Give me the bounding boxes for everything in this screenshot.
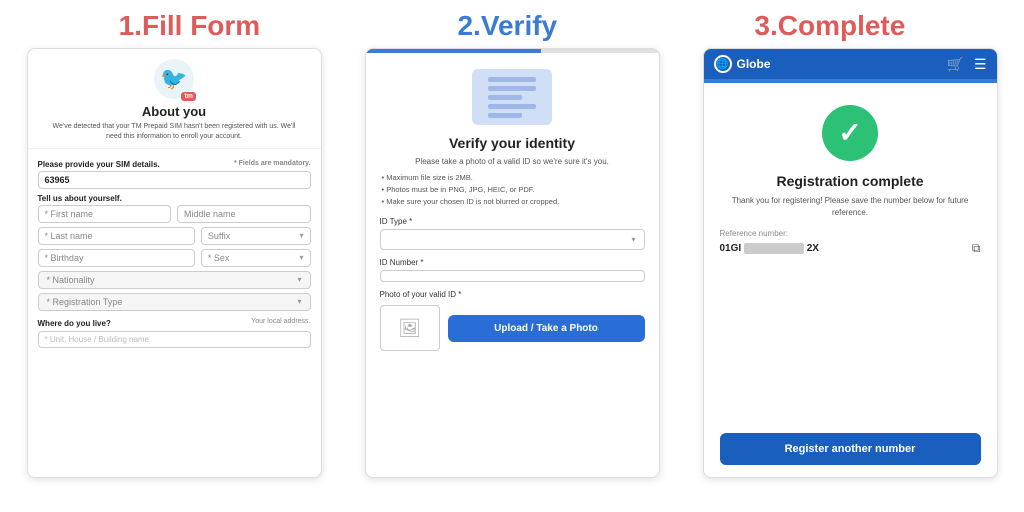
s1-header: 🐦 tm About you We've detected that your …: [28, 49, 321, 149]
birthday-row: * Birthday * Sex ▾: [38, 249, 311, 267]
sex-chevron: ▾: [299, 253, 303, 262]
step1-title: 1.Fill Form: [119, 10, 261, 42]
id-illustration: [472, 69, 552, 125]
suffix-select[interactable]: Suffix ▾: [201, 227, 311, 245]
about-title: About you: [142, 104, 206, 119]
birthday-input[interactable]: * Birthday: [38, 249, 195, 267]
copy-icon[interactable]: ⧉: [972, 241, 981, 256]
bullet-1: • Maximum file size is 2MB.: [380, 173, 645, 182]
id-type-chevron: ▾: [631, 235, 635, 244]
upload-button[interactable]: Upload / Take a Photo: [448, 315, 645, 342]
middle-name-input[interactable]: Middle name: [177, 205, 311, 223]
photo-label: Photo of your valid ID *: [380, 290, 645, 299]
bullet-2: • Photos must be in PNG, JPG, HEIC, or P…: [380, 185, 645, 194]
screens-row: 🐦 tm About you We've detected that your …: [0, 48, 1024, 512]
tm-logo: 🐦 tm: [154, 59, 194, 99]
where-live-label: Where do you live?: [38, 319, 111, 328]
nationality-chevron: ▾: [297, 275, 301, 284]
steps-header: 1.Fill Form 2.Verify 3.Complete: [0, 0, 1024, 48]
verify-bullets: • Maximum file size is 2MB. • Photos mus…: [380, 173, 645, 209]
s3-body: ✓ Registration complete Thank you for re…: [704, 83, 997, 477]
id-type-label: ID Type *: [380, 217, 645, 226]
mobile-input[interactable]: 63965: [38, 171, 311, 189]
ref-label: Reference number:: [720, 229, 981, 238]
ref-blurred: [744, 243, 804, 254]
reg-complete-title: Registration complete: [776, 173, 923, 189]
photo-placeholder: 🖼: [380, 305, 440, 351]
regtype-chevron: ▾: [297, 297, 301, 306]
id-line-4: [488, 104, 536, 109]
ref-prefix: 01GI 2X: [720, 243, 968, 254]
ref-row: 01GI 2X ⧉: [720, 241, 981, 256]
s2-body: Verify your identity Please take a photo…: [366, 53, 659, 477]
nav-icons: 🛒 ☰: [947, 56, 987, 73]
globe-logo: 🌐 Globe: [714, 55, 771, 73]
bird-icon: 🐦: [160, 66, 187, 92]
menu-icon[interactable]: ☰: [974, 56, 987, 73]
s1-body: Please provide your SIM details. * Field…: [28, 149, 321, 477]
verify-title: Verify your identity: [449, 135, 575, 151]
id-number-label: ID Number *: [380, 258, 645, 267]
sex-select[interactable]: * Sex ▾: [201, 249, 311, 267]
registration-type-select[interactable]: * Registration Type ▾: [38, 293, 311, 311]
screen2-verify: Verify your identity Please take a photo…: [365, 48, 660, 478]
id-number-input[interactable]: [380, 270, 645, 282]
upload-row: 🖼 Upload / Take a Photo: [380, 305, 645, 351]
sim-label: Please provide your SIM details. * Field…: [38, 160, 311, 169]
cart-icon[interactable]: 🛒: [947, 56, 964, 73]
verify-subtitle: Please take a photo of a valid ID so we'…: [415, 156, 609, 167]
local-address-label: Your local address.: [251, 318, 310, 325]
globe-icon: 🌐: [714, 55, 732, 73]
id-line-3: [488, 95, 522, 100]
id-lines: [488, 77, 536, 118]
id-type-select[interactable]: ▾: [380, 229, 645, 250]
tm-badge: tm: [181, 92, 196, 101]
id-line-5: [488, 113, 522, 118]
name-row: * First name Middle name: [38, 205, 311, 223]
globe-title: Globe: [737, 57, 771, 71]
image-icon: 🖼: [398, 318, 421, 339]
address-input[interactable]: * Unit, House / Building name: [38, 331, 311, 348]
bullet-3: • Make sure your chosen ID is not blurre…: [380, 197, 645, 206]
nationality-select[interactable]: * Nationality ▾: [38, 271, 311, 289]
screen1-fill-form: 🐦 tm About you We've detected that your …: [27, 48, 322, 478]
register-another-button[interactable]: Register another number: [720, 433, 981, 465]
screen3-complete: 🌐 Globe 🛒 ☰ ✓ Registration complete Than…: [703, 48, 998, 478]
mandatory-label: * Fields are mandatory.: [234, 160, 311, 167]
s3-navbar: 🌐 Globe 🛒 ☰: [704, 49, 997, 79]
reg-complete-desc: Thank you for registering! Please save t…: [720, 195, 981, 219]
check-icon: ✓: [838, 119, 861, 147]
id-line-2: [488, 86, 536, 91]
id-line-1: [488, 77, 536, 82]
about-desc: We've detected that your TM Prepaid SIM …: [38, 122, 311, 142]
step3-title: 3.Complete: [754, 10, 905, 42]
first-name-input[interactable]: * First name: [38, 205, 172, 223]
checkmark-circle: ✓: [822, 105, 878, 161]
suffix-chevron: ▾: [299, 231, 303, 240]
lastname-row: * Last name Suffix ▾: [38, 227, 311, 245]
tell-label: Tell us about yourself.: [38, 194, 311, 203]
step2-title: 2.Verify: [457, 10, 557, 42]
last-name-input[interactable]: * Last name: [38, 227, 195, 245]
